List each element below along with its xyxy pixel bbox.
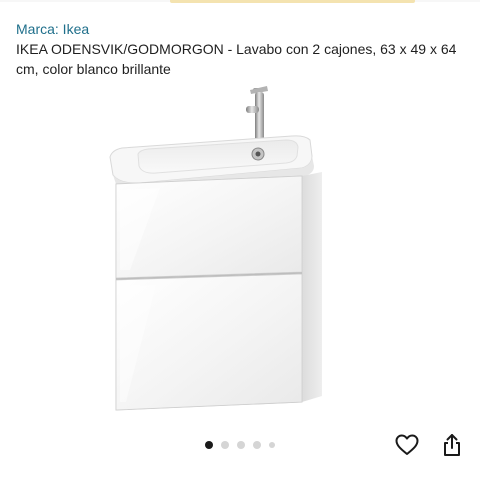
vanity-sink-illustration bbox=[109, 86, 322, 411]
carousel-dot-2[interactable] bbox=[221, 441, 229, 449]
product-title: IKEA ODENSVIK/GODMORGON - Lavabo con 2 c… bbox=[16, 41, 457, 77]
carousel-dot-3[interactable] bbox=[237, 441, 245, 449]
product-detail-page: Marca: Ikea IKEA ODENSVIK/GODMORGON - La… bbox=[0, 0, 480, 480]
share-icon bbox=[444, 434, 460, 456]
cabinet-side bbox=[302, 172, 322, 402]
faucet bbox=[246, 86, 268, 145]
top-accent-bar bbox=[170, 0, 415, 3]
product-image[interactable] bbox=[60, 80, 420, 425]
carousel-dot-1[interactable] bbox=[205, 441, 213, 449]
cabinet bbox=[115, 175, 303, 411]
carousel-dot-4[interactable] bbox=[253, 441, 261, 449]
carousel-dot-5[interactable] bbox=[269, 442, 275, 448]
brand-link[interactable]: Marca: Ikea bbox=[16, 20, 89, 38]
heart-outline-icon bbox=[395, 434, 419, 455]
favorite-button[interactable] bbox=[394, 432, 420, 458]
share-button[interactable] bbox=[439, 432, 465, 458]
